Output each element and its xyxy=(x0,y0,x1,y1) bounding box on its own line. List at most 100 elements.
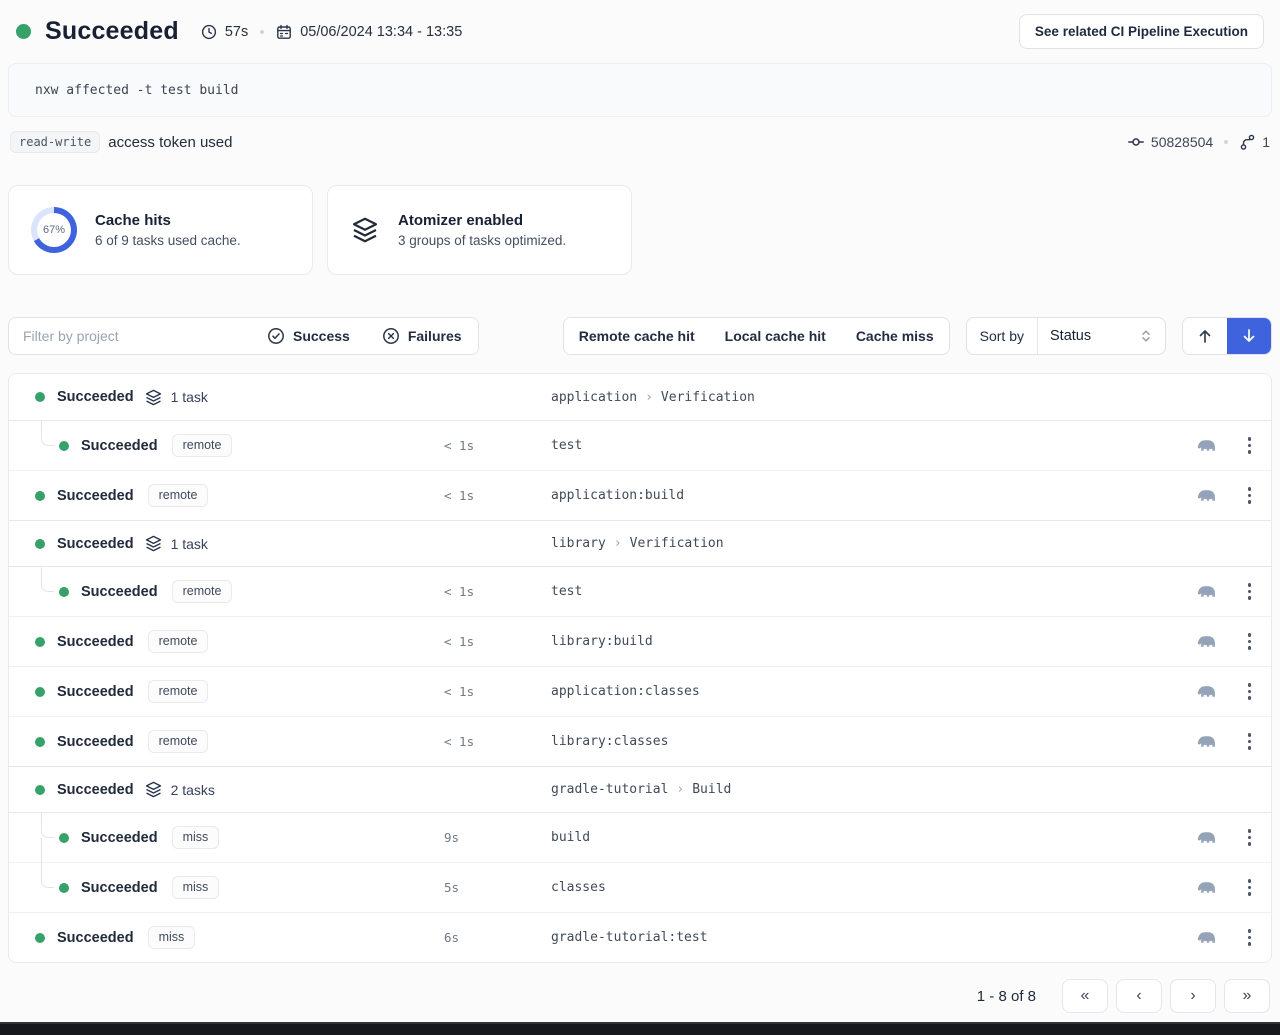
status-dot xyxy=(35,539,45,549)
cache-badge: remote xyxy=(172,434,233,457)
task-row[interactable]: Succeeded miss 6s gradle-tutorial:test xyxy=(9,912,1271,962)
sort-ascending-button[interactable] xyxy=(1183,318,1227,354)
chevron-right-icon: › xyxy=(676,782,684,797)
atomizer-card: Atomizer enabled 3 groups of tasks optim… xyxy=(327,185,632,275)
last-page-button[interactable]: » xyxy=(1224,979,1270,1013)
previous-page-button[interactable]: ‹ xyxy=(1116,979,1162,1013)
project-filter-input[interactable] xyxy=(9,318,251,354)
chevron-updown-icon xyxy=(1139,328,1153,344)
gradle-elephant-icon[interactable] xyxy=(1196,435,1218,457)
gradle-elephant-icon[interactable] xyxy=(1196,731,1218,753)
run-status-title: Succeeded xyxy=(45,17,179,46)
task-row[interactable]: Succeeded miss 5s classes xyxy=(9,862,1271,912)
failures-filter-label: Failures xyxy=(408,328,462,344)
row-menu-button[interactable] xyxy=(1244,729,1256,754)
task-duration: < 1s xyxy=(444,684,474,699)
status-label: Succeeded xyxy=(81,880,158,896)
status-dot xyxy=(35,491,45,501)
task-row[interactable]: Succeeded remote < 1s test xyxy=(9,420,1271,470)
see-related-pipeline-button[interactable]: See related CI Pipeline Execution xyxy=(1019,14,1264,49)
task-group-row[interactable]: Succeeded 2 tasks gradle-tutorial › Buil… xyxy=(9,766,1271,812)
task-target: library:build xyxy=(551,634,653,649)
row-menu-button[interactable] xyxy=(1244,629,1256,654)
row-menu-button[interactable] xyxy=(1244,483,1256,508)
tree-connector xyxy=(41,567,54,592)
token-row: read-write access token used 50828504 1 xyxy=(8,131,1272,153)
gradle-elephant-icon[interactable] xyxy=(1196,877,1218,899)
task-target: test xyxy=(551,438,582,453)
cache-filter-group: Remote cache hit Local cache hit Cache m… xyxy=(563,317,950,355)
run-header: Succeeded 57s 05/06/2024 13:34 - 13:35 S… xyxy=(8,0,1272,59)
status-dot xyxy=(35,785,45,795)
task-row[interactable]: Succeeded remote < 1s library:classes xyxy=(9,716,1271,766)
pagination: 1 - 8 of 8 « ‹ › » xyxy=(8,979,1272,1013)
row-menu-button[interactable] xyxy=(1244,579,1256,604)
gradle-elephant-icon[interactable] xyxy=(1196,485,1218,507)
row-menu-button[interactable] xyxy=(1244,433,1256,458)
task-row[interactable]: Succeeded remote < 1s application:classe… xyxy=(9,666,1271,716)
task-count: 1 task xyxy=(171,536,208,552)
task-target: test xyxy=(551,584,582,599)
task-duration: 9s xyxy=(444,830,459,845)
cache-hits-card: 67% Cache hits 6 of 9 tasks used cache. xyxy=(8,185,313,275)
commit-icon xyxy=(1128,134,1144,150)
cache-badge: miss xyxy=(148,926,196,949)
gradle-elephant-icon[interactable] xyxy=(1196,927,1218,949)
atomizer-subtitle: 3 groups of tasks optimized. xyxy=(398,233,566,248)
cache-badge: remote xyxy=(148,484,209,507)
project-path: application › Verification xyxy=(551,390,755,405)
clock-icon xyxy=(201,24,217,40)
failures-filter-button[interactable]: Failures xyxy=(366,318,478,354)
task-row[interactable]: Succeeded remote < 1s library:build xyxy=(9,616,1271,666)
status-label: Succeeded xyxy=(57,782,134,798)
cache-miss-button[interactable]: Cache miss xyxy=(841,318,949,354)
row-menu-button[interactable] xyxy=(1244,925,1256,950)
task-duration: 6s xyxy=(444,930,459,945)
local-cache-hit-button[interactable]: Local cache hit xyxy=(710,318,841,354)
task-target: gradle-tutorial:test xyxy=(551,930,708,945)
row-menu-button[interactable] xyxy=(1244,825,1256,850)
circle-check-icon xyxy=(267,327,285,345)
pagination-range-label: 1 - 8 of 8 xyxy=(977,988,1036,1005)
gradle-elephant-icon[interactable] xyxy=(1196,681,1218,703)
project-filter-group: Success Failures xyxy=(8,317,479,355)
sort-descending-button[interactable] xyxy=(1227,318,1271,354)
task-row[interactable]: Succeeded miss 9s build xyxy=(9,812,1271,862)
command-text: nxw affected -t test build xyxy=(35,83,239,98)
status-dot xyxy=(35,392,45,402)
command-box: nxw affected -t test build xyxy=(8,63,1272,117)
row-menu-button[interactable] xyxy=(1244,679,1256,704)
task-duration: < 1s xyxy=(444,734,474,749)
success-filter-label: Success xyxy=(293,328,350,344)
sort-select[interactable]: Status xyxy=(1037,318,1165,354)
atomizer-title: Atomizer enabled xyxy=(398,212,566,229)
first-page-button[interactable]: « xyxy=(1062,979,1108,1013)
status-dot xyxy=(59,441,69,451)
gradle-elephant-icon[interactable] xyxy=(1196,631,1218,653)
task-row[interactable]: Succeeded remote < 1s application:build xyxy=(9,470,1271,520)
cache-badge: remote xyxy=(148,630,209,653)
calendar-icon xyxy=(276,24,292,40)
status-dot xyxy=(59,587,69,597)
branch-icon xyxy=(1239,134,1255,150)
gradle-elephant-icon[interactable] xyxy=(1196,827,1218,849)
task-duration: < 1s xyxy=(444,584,474,599)
task-group-row[interactable]: Succeeded 1 task library › Verification xyxy=(9,520,1271,566)
layers-icon xyxy=(350,215,380,245)
remote-cache-hit-button[interactable]: Remote cache hit xyxy=(564,318,710,354)
cache-hits-title: Cache hits xyxy=(95,212,241,229)
tree-connector xyxy=(41,421,54,446)
next-page-button[interactable]: › xyxy=(1170,979,1216,1013)
cache-hits-subtitle: 6 of 9 tasks used cache. xyxy=(95,233,241,248)
task-target: application:build xyxy=(551,488,684,503)
task-target: build xyxy=(551,830,590,845)
task-group-row[interactable]: Succeeded 1 task application › Verificat… xyxy=(9,374,1271,420)
commit-sha[interactable]: 50828504 xyxy=(1151,134,1213,150)
gradle-elephant-icon[interactable] xyxy=(1196,581,1218,603)
status-label: Succeeded xyxy=(57,634,134,650)
task-row[interactable]: Succeeded remote < 1s test xyxy=(9,566,1271,616)
status-label: Succeeded xyxy=(57,684,134,700)
sort-selected-value: Status xyxy=(1050,328,1091,344)
row-menu-button[interactable] xyxy=(1244,875,1256,900)
success-filter-button[interactable]: Success xyxy=(251,318,366,354)
